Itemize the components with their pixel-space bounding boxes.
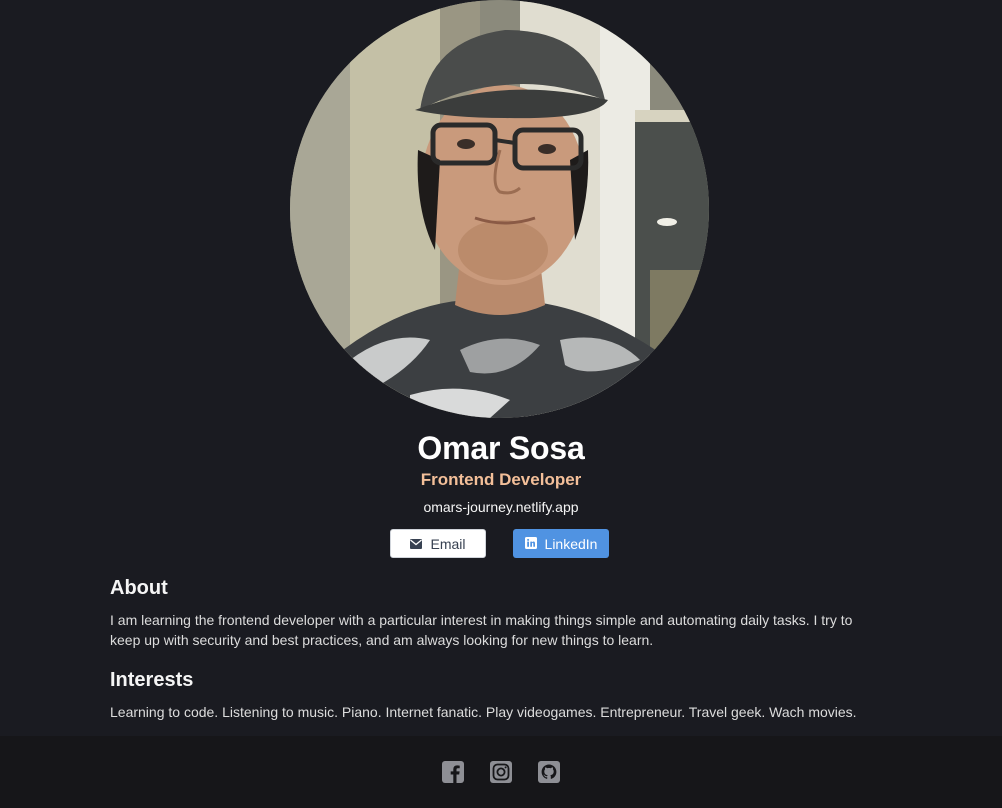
interests-text: Learning to code. Listening to music. Pi… xyxy=(110,704,857,720)
email-button[interactable]: Email xyxy=(390,529,486,558)
profile-name: Omar Sosa xyxy=(417,430,585,466)
instagram-icon[interactable] xyxy=(490,761,512,783)
linkedin-button[interactable]: LinkedIn xyxy=(513,529,609,558)
facebook-icon[interactable] xyxy=(442,761,464,783)
about-text: I am learning the frontend developer wit… xyxy=(110,612,853,648)
profile-role: Frontend Developer xyxy=(420,470,582,489)
profile-photo xyxy=(290,0,709,418)
email-button-label: Email xyxy=(430,535,466,552)
github-icon[interactable] xyxy=(538,761,560,783)
linkedin-button-label: LinkedIn xyxy=(544,535,598,552)
interests-heading: Interests xyxy=(110,669,194,691)
about-heading: About xyxy=(110,577,168,599)
linkedin-icon xyxy=(524,536,537,552)
profile-card: Omar Sosa Frontend Developer omars-journ… xyxy=(0,0,1002,736)
envelope-icon xyxy=(410,536,423,552)
profile-website-link[interactable]: omars-journey.netlify.app xyxy=(0,499,1002,515)
footer xyxy=(0,736,1002,808)
